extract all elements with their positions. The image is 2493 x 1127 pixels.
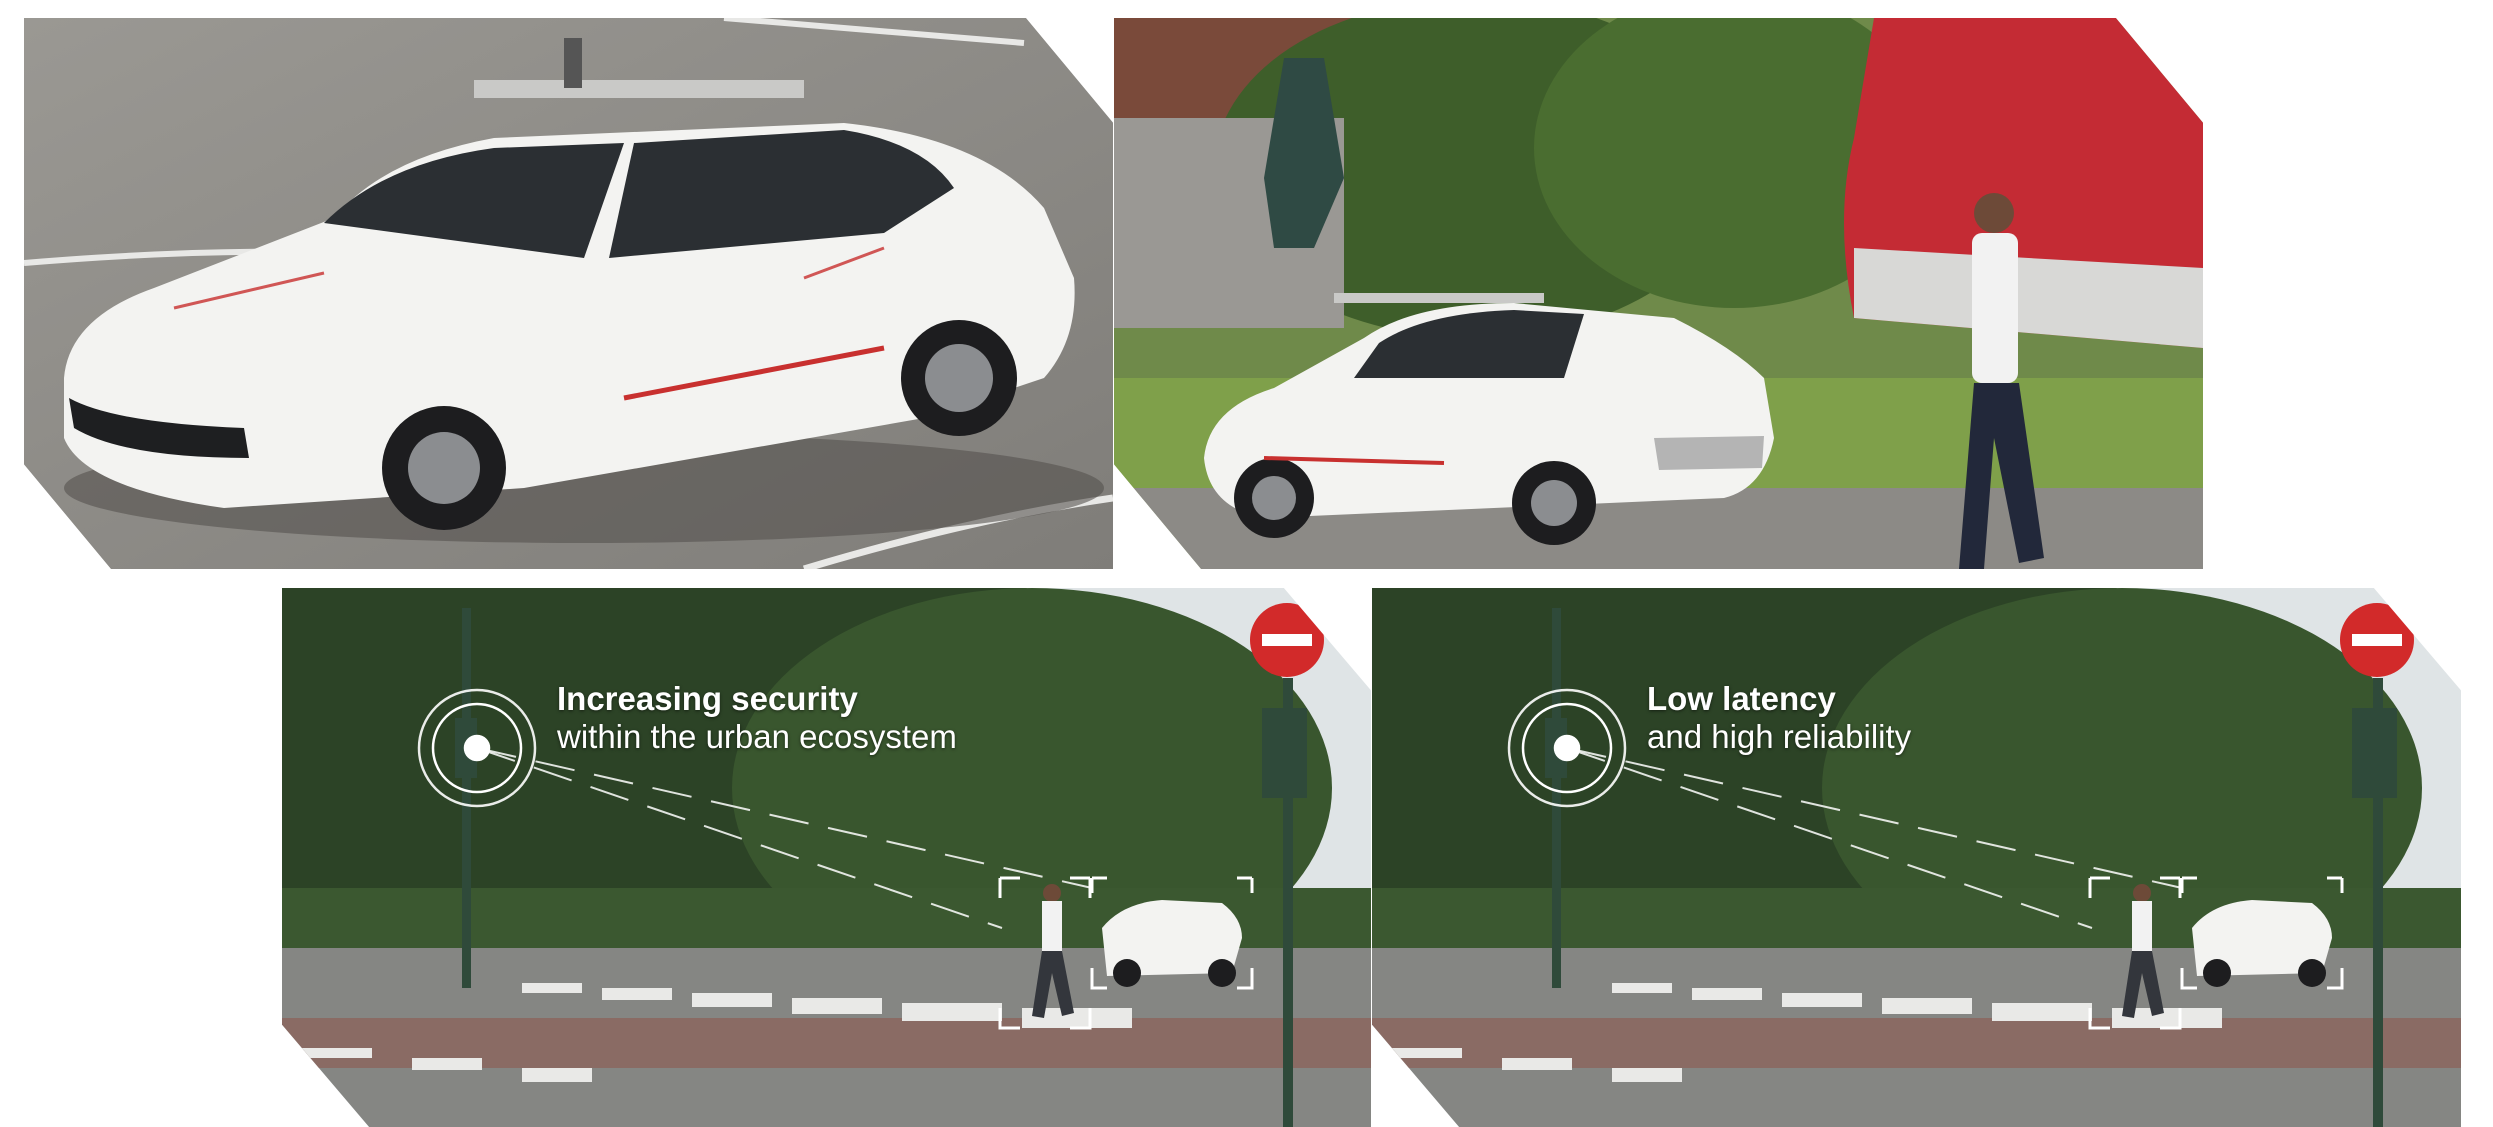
caption-security: Increasing security within the urban eco… xyxy=(557,680,957,756)
photo-panel-car-parking-lot xyxy=(24,18,1113,569)
no-entry-sign-icon xyxy=(1250,603,1324,677)
crosswalk-security-image xyxy=(282,588,1371,1127)
photo-panel-crosswalk-security: Increasing security within the urban eco… xyxy=(282,588,1371,1127)
car-parking-lot-image xyxy=(24,18,1113,569)
caption-latency-title: Low latency xyxy=(1647,680,1836,717)
caption-security-subtitle: within the urban ecosystem xyxy=(557,717,957,755)
photo-panel-car-near-station xyxy=(1114,18,2203,569)
caption-security-title: Increasing security xyxy=(557,680,858,717)
caption-latency-subtitle: and high reliability xyxy=(1647,717,1912,755)
crosswalk-latency-image xyxy=(1372,588,2461,1127)
photo-panel-crosswalk-latency: Low latency and high reliability xyxy=(1372,588,2461,1127)
car-near-station-image xyxy=(1114,18,2203,569)
caption-latency: Low latency and high reliability xyxy=(1647,680,1911,756)
no-entry-sign-icon xyxy=(2340,603,2414,677)
